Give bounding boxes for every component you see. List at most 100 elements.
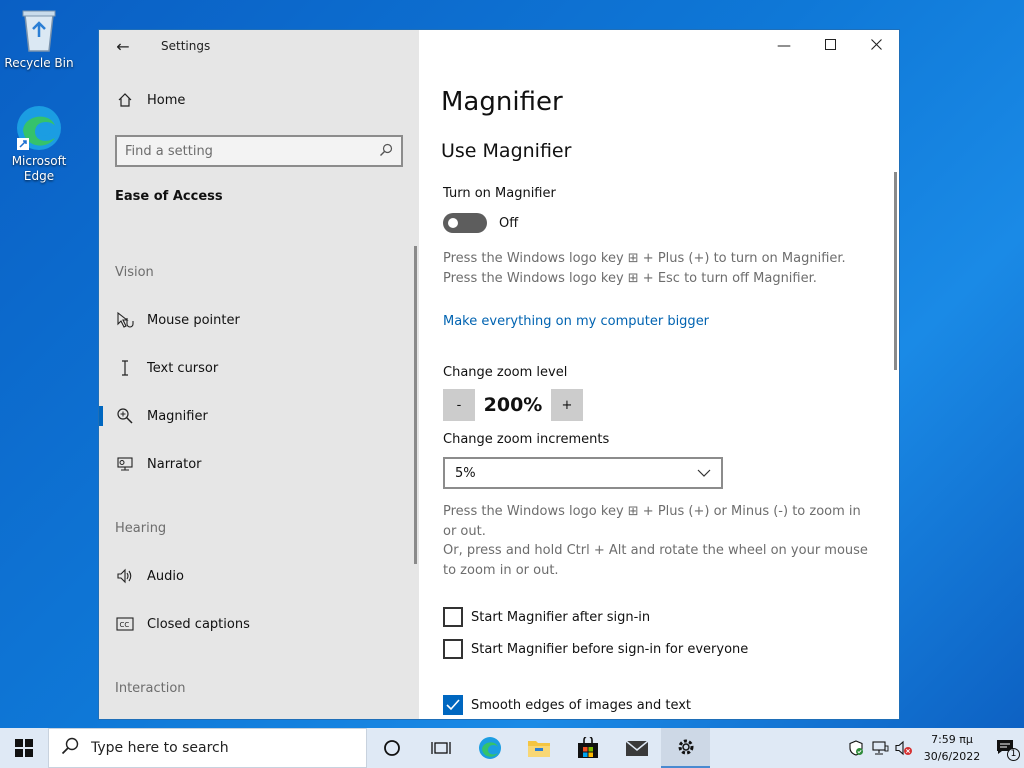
- content-pane: — Magnifier Use Magnifier Turn on Magnif…: [419, 30, 899, 719]
- toggle-state: Off: [499, 215, 519, 231]
- folder-icon: [527, 741, 550, 757]
- recycle-bin-desktop-icon[interactable]: Recycle Bin: [1, 6, 77, 71]
- edge-desktop-label: Microsoft Edge: [11, 154, 67, 183]
- narrator-icon: [115, 456, 135, 472]
- sidebar-item-label: Audio: [147, 568, 184, 584]
- check-after-signin[interactable]: Start Magnifier after sign-in: [443, 607, 650, 627]
- turn-on-label: Turn on Magnifier: [443, 186, 556, 201]
- hint-turn-on: Press the Windows logo key ⊞ + Plus (+) …: [443, 251, 846, 266]
- system-tray: 7:59 πμ 30/6/2022 1: [844, 728, 1024, 768]
- cortana-button[interactable]: [367, 728, 416, 768]
- taskbar-clock[interactable]: 7:59 πμ 30/6/2022: [916, 731, 988, 765]
- find-setting-search[interactable]: [115, 135, 403, 167]
- toggle-track[interactable]: [443, 213, 487, 233]
- start-button[interactable]: [0, 728, 48, 768]
- magnifier-icon: [115, 407, 135, 425]
- home-label: Home: [147, 92, 186, 108]
- toggle-knob: [448, 218, 458, 228]
- app-title: Settings: [161, 39, 211, 53]
- sidebar-item-label: Text cursor: [147, 360, 219, 376]
- back-button[interactable]: ←: [99, 30, 147, 62]
- volume-muted-icon: [895, 740, 912, 756]
- maximize-button[interactable]: [807, 30, 853, 62]
- group-hearing: Hearing: [115, 521, 167, 536]
- taskbar-settings[interactable]: [661, 728, 710, 768]
- edge-icon: [478, 737, 501, 759]
- nav-home[interactable]: Home: [115, 92, 185, 108]
- store-icon: [577, 737, 598, 758]
- taskbar-store[interactable]: [563, 728, 612, 768]
- sidebar: ← Settings Home Ease of Access Vision Mo…: [99, 30, 419, 719]
- sidebar-item-magnifier[interactable]: Magnifier: [99, 396, 415, 436]
- section-heading: Use Magnifier: [441, 140, 572, 162]
- check-smooth-edges-label: Smooth edges of images and text: [471, 697, 692, 713]
- check-smooth-edges[interactable]: Smooth edges of images and text: [443, 695, 691, 715]
- sidebar-item-audio[interactable]: Audio: [99, 556, 415, 596]
- page-title: Magnifier: [441, 87, 563, 117]
- chevron-down-icon: [697, 466, 711, 481]
- sidebar-item-label: Mouse pointer: [147, 312, 240, 328]
- zoom-in-button[interactable]: +: [551, 389, 583, 421]
- check-before-signin-label: Start Magnifier before sign-in for every…: [471, 641, 749, 657]
- recycle-bin-icon: [15, 6, 63, 54]
- taskbar-search[interactable]: [48, 728, 367, 768]
- zoom-increments-label: Change zoom increments: [443, 432, 610, 447]
- clock-date: 30/6/2022: [923, 750, 981, 763]
- taskbar-edge[interactable]: [465, 728, 514, 768]
- title-bar[interactable]: ← Settings: [99, 30, 419, 62]
- mail-icon: [625, 740, 648, 756]
- make-bigger-link[interactable]: Make everything on my computer bigger: [443, 314, 709, 329]
- content-scrollbar[interactable]: [894, 172, 897, 370]
- sidebar-item-mouse-pointer[interactable]: Mouse pointer: [99, 300, 415, 340]
- taskbar-search-input[interactable]: [91, 740, 351, 756]
- text-cursor-icon: [115, 359, 135, 377]
- network-icon: [872, 741, 889, 755]
- speaker-icon: [115, 568, 135, 584]
- section-title: Ease of Access: [115, 189, 223, 204]
- clock-time: 7:59 πμ: [931, 733, 973, 746]
- shield-icon: [849, 740, 863, 756]
- sidebar-item-narrator[interactable]: Narrator: [99, 444, 415, 484]
- task-view-icon: [430, 742, 451, 754]
- sidebar-item-label: Narrator: [147, 456, 202, 472]
- hint-zoom-wheel: Or, press and hold Ctrl + Alt and rotate…: [443, 543, 868, 578]
- notification-center-button[interactable]: 1: [988, 728, 1024, 768]
- closed-captions-icon: CC: [115, 617, 135, 631]
- tray-security[interactable]: [844, 728, 868, 768]
- sidebar-scrollbar[interactable]: [414, 246, 417, 564]
- zoom-out-button[interactable]: -: [443, 389, 475, 421]
- taskbar-file-explorer[interactable]: [514, 728, 563, 768]
- zoom-level-value: 200%: [483, 394, 543, 416]
- checkbox-after-signin[interactable]: [443, 607, 463, 627]
- taskbar-mail[interactable]: [612, 728, 661, 768]
- tray-network[interactable]: [868, 728, 892, 768]
- checkbox-before-signin[interactable]: [443, 639, 463, 659]
- group-interaction: Interaction: [115, 681, 186, 696]
- recycle-bin-label: Recycle Bin: [4, 56, 74, 70]
- zoom-increments-dropdown[interactable]: 5%: [443, 457, 723, 489]
- sidebar-item-label: Closed captions: [147, 616, 250, 632]
- taskbar: 7:59 πμ 30/6/2022 1: [0, 728, 1024, 768]
- group-vision: Vision: [115, 265, 154, 280]
- checkbox-smooth-edges[interactable]: [443, 695, 463, 715]
- sidebar-item-text-cursor[interactable]: Text cursor: [99, 348, 415, 388]
- home-icon: [115, 92, 135, 108]
- settings-window: ← Settings Home Ease of Access Vision Mo…: [98, 29, 900, 720]
- close-icon: [870, 38, 882, 54]
- minimize-button[interactable]: —: [761, 30, 807, 62]
- find-setting-input[interactable]: [125, 143, 379, 159]
- maximize-icon: [824, 38, 836, 54]
- edge-desktop-icon[interactable]: Microsoft Edge: [1, 104, 77, 184]
- task-view-button[interactable]: [416, 728, 465, 768]
- zoom-level-label: Change zoom level: [443, 365, 568, 380]
- magnifier-toggle[interactable]: Off: [443, 213, 518, 233]
- sidebar-item-closed-captions[interactable]: CC Closed captions: [99, 604, 415, 644]
- window-controls: —: [761, 30, 899, 62]
- close-button[interactable]: [853, 30, 899, 62]
- hint-turn-off: Press the Windows logo key ⊞ + Esc to tu…: [443, 271, 817, 286]
- tray-volume[interactable]: [892, 728, 916, 768]
- check-before-signin[interactable]: Start Magnifier before sign-in for every…: [443, 639, 748, 659]
- windows-logo-icon: [15, 739, 33, 757]
- notification-icon: 1: [996, 739, 1020, 761]
- search-icon: [61, 737, 79, 759]
